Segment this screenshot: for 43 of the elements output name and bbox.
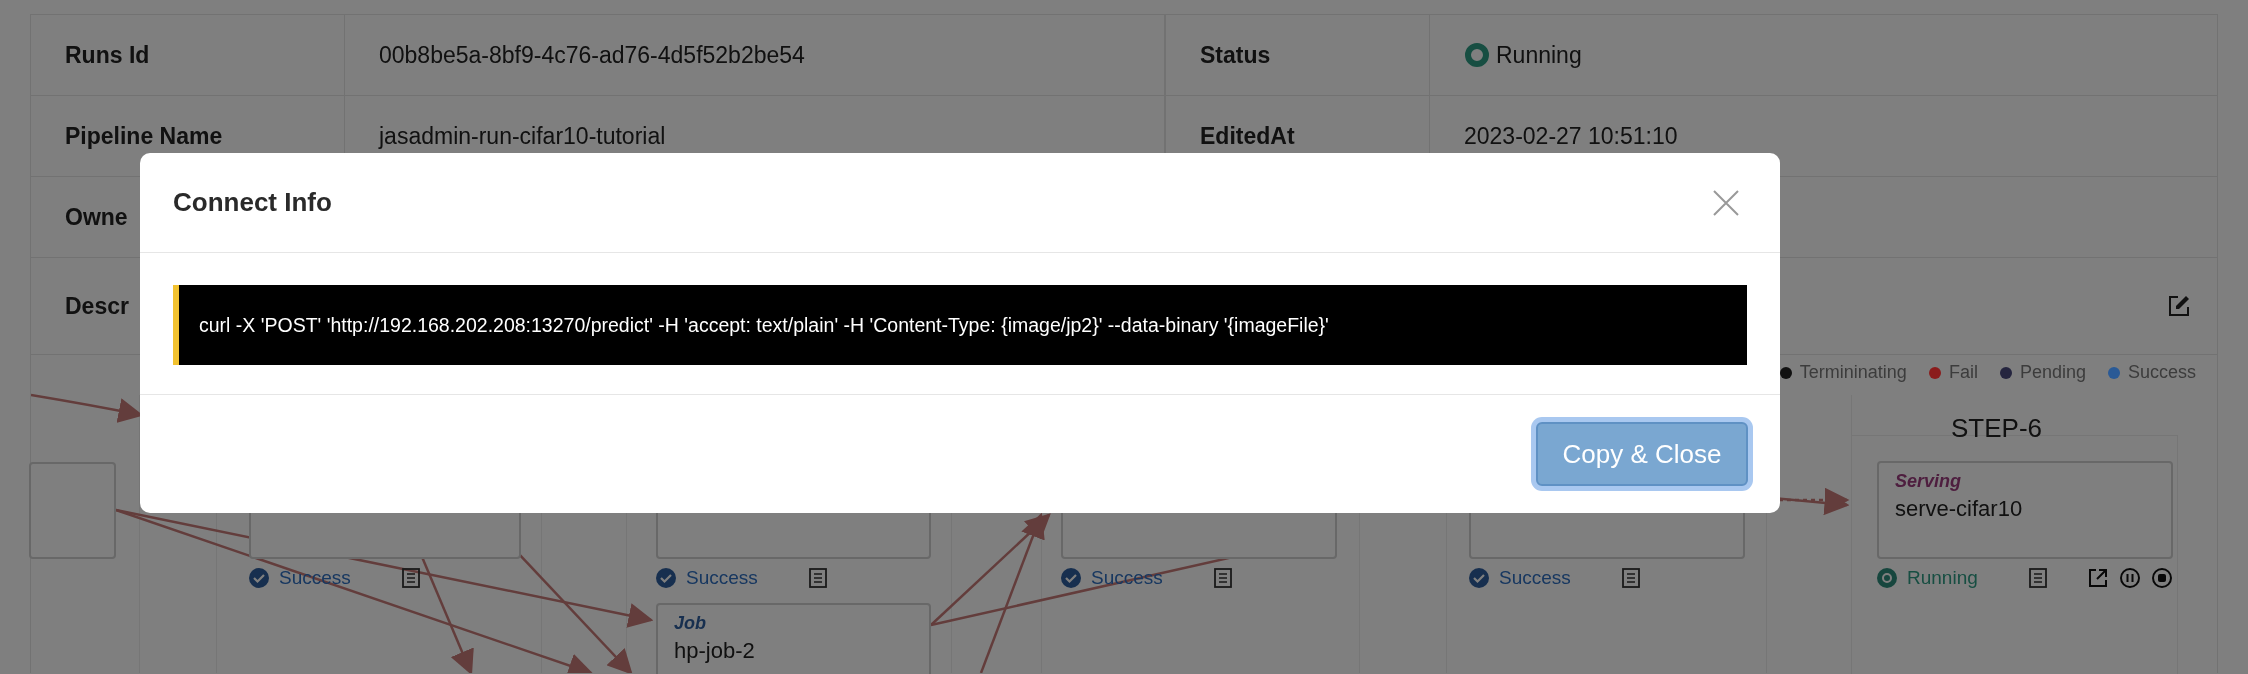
node-card[interactable]: Job hp-job-2 (656, 603, 931, 674)
check-circle-icon (249, 568, 269, 588)
legend-label: Pending (2019, 362, 2086, 383)
node-name: serve-cifar10 (1895, 496, 2024, 522)
command-block: curl -X 'POST' 'http://192.168.202.208:13270/predict' -H 'accept: text/plain' -H 'Content-Type: {image/jp2}' --data-binary '{imageFile}' (173, 285, 1747, 365)
node-name: hp-job-2 (674, 638, 756, 664)
field-label: Pipeline Name (65, 122, 223, 150)
running-icon (1877, 568, 1897, 588)
check-circle-icon (1469, 568, 1489, 588)
step-label: STEP-6 (1951, 413, 2043, 444)
log-icon[interactable] (807, 568, 828, 588)
node-card[interactable]: Serving serve-cifar10 (1877, 461, 2173, 559)
field-value: 2023-02-27 10:51:10 (1464, 122, 1678, 150)
external-link-icon[interactable] (2087, 567, 2109, 589)
log-icon[interactable] (2027, 568, 2048, 588)
node-status: Success (1499, 567, 1571, 589)
check-circle-icon (656, 568, 676, 588)
log-icon[interactable] (400, 568, 421, 588)
field-label: Descr (65, 292, 129, 320)
pause-icon[interactable] (2119, 567, 2141, 589)
node-card[interactable] (29, 462, 116, 559)
stop-icon[interactable] (2151, 567, 2173, 589)
log-icon[interactable] (1620, 568, 1641, 588)
field-label: Runs Id (65, 41, 150, 69)
legend-label: Success (2127, 362, 2196, 383)
field-label: Status (1200, 41, 1271, 69)
field-label: EditedAt (1200, 122, 1295, 150)
dialog-title: Connect Info (173, 187, 332, 218)
node-status: Running (1907, 567, 1978, 589)
edit-icon[interactable] (2167, 294, 2191, 318)
log-icon[interactable] (1212, 568, 1233, 588)
node-type: Job (674, 613, 707, 634)
field-value: Running (1496, 41, 1582, 69)
node-type: Serving (1895, 471, 1963, 492)
legend-label: Termininating (1799, 362, 1907, 383)
check-circle-icon (1061, 568, 1081, 588)
close-icon[interactable] (1712, 188, 1740, 217)
field-value: 00b8be5a-8bf9-4c76-ad76-4d5f52b2be54 (379, 41, 805, 69)
status-ring-icon (1464, 42, 1490, 68)
node-status: Success (686, 567, 758, 589)
field-label: Owne (65, 203, 128, 231)
legend-label: Fail (1948, 362, 1978, 383)
field-value: jasadmin-run-cifar10-tutorial (379, 122, 666, 150)
